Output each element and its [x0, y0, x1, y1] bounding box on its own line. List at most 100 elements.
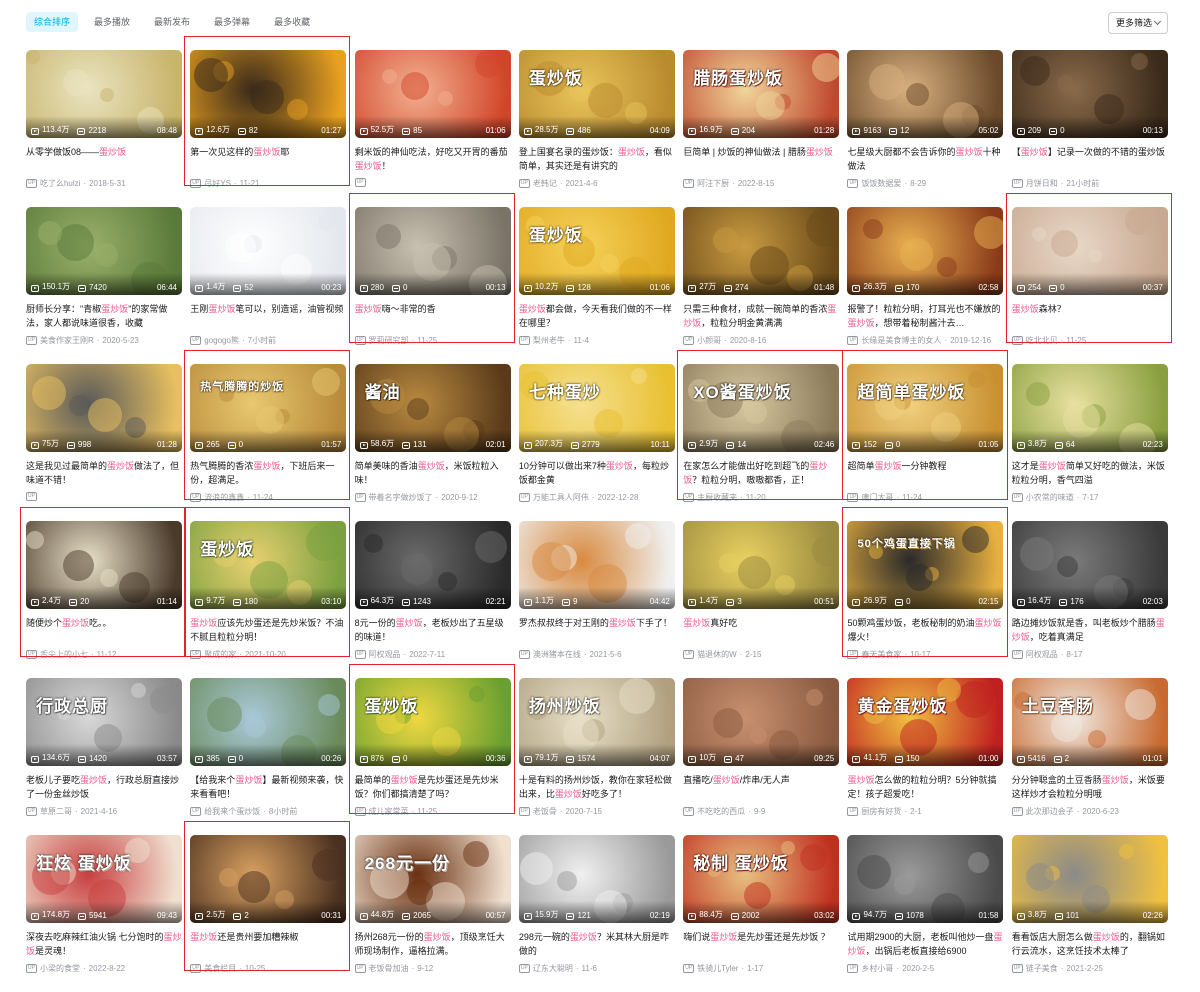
video-thumbnail[interactable]: 1.4万 3 00:51 [683, 521, 840, 609]
video-card[interactable]: 10万 47 09:25 直播吃/蛋炒饭/炸串/无人声 UP 不吃吃的西瓜 · 9-9 [683, 678, 840, 835]
uploader-name[interactable]: 流浪的鑫鑫 [204, 492, 244, 503]
video-title[interactable]: 嗨们说蛋炒饭是先炒蛋还是先炒饭 ？ [683, 930, 839, 958]
video-thumbnail[interactable]: 16.4万 176 02:03 [1011, 521, 1168, 609]
uploader-name[interactable]: 澳洲猪本在线 [533, 649, 581, 660]
video-title[interactable]: 这是我见过最简单的蛋炒饭做法了，但味道不错！ [26, 459, 182, 487]
uploader-name[interactable]: 带着名字做炒饭了 [369, 492, 433, 503]
video-thumbnail[interactable]: 113.4万 2218 08:48 [26, 50, 182, 138]
uploader-name[interactable]: 美食作家王刚R [40, 335, 94, 346]
video-card[interactable]: 94.7万 1078 01:58 试用期2900的大厨，老板叫他炒一盘蛋炒饭，出锅后老… [847, 835, 1004, 992]
uploader-name[interactable]: 猫退休的W [697, 649, 737, 660]
video-card[interactable]: 2.5万 2 00:31 蛋炒饭还是贵州要加糟辣椒 UP 美食栏目 · 10-25 [190, 835, 347, 992]
video-thumbnail[interactable]: 27万 274 01:48 [683, 207, 840, 295]
video-card[interactable]: 土豆香肠 5416 2 01:01 分分钟聪盒的土豆香肠蛋炒饭，米饭要这样炒才会粒粒分明… [1011, 678, 1168, 835]
video-title[interactable]: 报警了！粒粒分明，打耳光也不嫌放的蛋炒饭，想带着秘制酱汁去… [847, 302, 1003, 330]
video-title[interactable]: 剩米饭的神仙吃法，好吃又开胃的番茄蛋炒饭！ [355, 145, 511, 173]
uploader-name[interactable]: 成儿家常菜 [369, 806, 409, 817]
video-card[interactable]: 150.1万 7420 06:44 厨师长分享："青椒蛋炒饭"的家常做法，家人都说味道… [26, 207, 182, 364]
video-card[interactable]: 64.3万 1243 02:21 8元一份的蛋炒饭，老板炒出了五星级的味道！ UP 阿权观… [354, 521, 511, 678]
video-thumbnail[interactable]: 150.1万 7420 06:44 [26, 207, 182, 295]
video-card[interactable]: 27万 274 01:48 只需三种食材，成就一碗简单的香浓蛋炒饭，粒粒分明金黄满满 U… [683, 207, 840, 364]
video-card[interactable]: 15.9万 121 02:19 298元一碗的蛋炒饭？米其林大厨是咋做的 UP 辽东大聪明… [518, 835, 675, 992]
video-thumbnail[interactable]: 10万 47 09:25 [683, 678, 840, 766]
uploader-name[interactable]: 罗莉研究部 [369, 335, 409, 346]
sort-tab[interactable]: 最新发布 [146, 12, 198, 32]
video-card[interactable]: 3.8万 64 02:23 这才是蛋炒饭简单又好吃的做法，米饭粒粒分明，香气四溢 UP 小… [1011, 364, 1168, 521]
video-title[interactable]: 蛋炒饭应该先炒蛋还是先炒米饭？不油不腻且粒粒分明！ [190, 616, 346, 644]
video-title[interactable]: 简单美味的香油蛋炒饭，米饭粒粒入味！ [355, 459, 511, 487]
video-thumbnail[interactable]: 2.4万 20 01:14 [26, 521, 182, 609]
video-card[interactable]: 26.3万 170 02:58 报警了！粒粒分明，打耳光也不嫌放的蛋炒饭，想带着秘制酱… [847, 207, 1004, 364]
uploader-name[interactable]: 小梁的食堂 [40, 963, 80, 974]
video-thumbnail[interactable]: 行政总厨 134.6万 1420 03:57 [26, 678, 182, 766]
video-card[interactable]: 扬州炒饭 79.1万 1574 04:07 十是有料的扬州炒饭，教你在家轻松做出来，比蛋… [518, 678, 675, 835]
video-thumbnail[interactable]: 15.9万 121 02:19 [518, 835, 675, 923]
video-title[interactable]: 蛋炒饭嗨～非常的香 [355, 302, 511, 330]
video-card[interactable]: 209 0 00:13 【蛋炒饭】记录一次做的不错的蛋炒饭 UP 月饼日和 · 21小时前 [1011, 50, 1168, 207]
uploader-name[interactable]: 老饭骨加油 [369, 963, 409, 974]
video-thumbnail[interactable]: 52.5万 85 01:06 [354, 50, 511, 138]
video-title[interactable]: 蛋炒饭森林？ [1012, 302, 1168, 330]
video-title[interactable]: 巨简单 | 炒饭的神仙做法 | 腊肠蛋炒饭 [683, 145, 839, 173]
video-card[interactable]: 1.4万 52 00:23 王刚蛋炒饭笔可以，别造谣，油管视频 UP gogogo熊 · 7小… [190, 207, 347, 364]
video-card[interactable]: 1.1万 9 04:42 罗杰叔叔终于对王刚的蛋炒饭下手了！ UP 澳洲猪本在线 · 2021… [518, 521, 675, 678]
uploader-name[interactable]: 阿汪下厨 [697, 178, 729, 189]
video-card[interactable]: 蛋炒饭 876 0 00:36 最简单的蛋炒饭是先炒蛋还是先炒米饭？你们都搞清楚了吗？ U… [354, 678, 511, 835]
uploader-name[interactable]: 草原二哥 [40, 806, 72, 817]
uploader-name[interactable]: 春天美食家 [861, 649, 901, 660]
video-title[interactable]: 王刚蛋炒饭笔可以，别造谣，油管视频 [190, 302, 346, 330]
video-title[interactable]: 热气腾腾的香浓蛋炒饭，下班后来一份，超满足。 [190, 459, 346, 487]
uploader-name[interactable]: 美食栏目 [204, 963, 236, 974]
video-title[interactable]: 蛋炒饭真好吃 [683, 616, 839, 644]
video-thumbnail[interactable]: 254 0 00:37 [1011, 207, 1168, 295]
video-title[interactable]: 从零学做饭08——蛋炒饭 [26, 145, 182, 173]
uploader-name[interactable]: 梨州老牛 [533, 335, 565, 346]
video-title[interactable]: 8元一份的蛋炒饭，老板炒出了五星级的味道！ [355, 616, 511, 644]
video-title[interactable]: 十是有料的扬州炒饭，教你在家轻松做出来，比蛋炒饭好吃多了！ [519, 773, 675, 801]
video-title[interactable]: 在家怎么才能做出好吃到超飞的蛋炒饭？粒粒分明，嗷嗷都香，正！ [683, 459, 839, 487]
video-thumbnail[interactable]: 64.3万 1243 02:21 [354, 521, 511, 609]
video-thumbnail[interactable]: 280 0 00:13 [354, 207, 511, 295]
video-title[interactable]: 只需三种食材，成就一碗简单的香浓蛋炒饭，粒粒分明金黄满满 [683, 302, 839, 330]
sort-tab[interactable]: 综合排序 [26, 12, 79, 32]
uploader-name[interactable]: gogogo熊 [204, 335, 239, 346]
uploader-name[interactable]: 月饼日和 [1026, 178, 1058, 189]
video-thumbnail[interactable]: 1.4万 52 00:23 [190, 207, 347, 295]
video-thumbnail[interactable]: 秘制 蛋炒饭 88.4万 2002 03:02 [683, 835, 840, 923]
video-title[interactable]: 老板儿子要吃蛋炒饭，行政总厨直接炒了一份金丝炒饭 [26, 773, 182, 801]
video-title[interactable]: 蛋炒饭怎么做的粒粒分明？5分钟就搞定！孩子超爱吃！ [847, 773, 1003, 801]
video-thumbnail[interactable]: XO酱蛋炒饭 2.9万 14 02:46 [683, 364, 840, 452]
more-filters-button[interactable]: 更多筛选 [1107, 12, 1168, 34]
video-title[interactable]: 【蛋炒饭】记录一次做的不错的蛋炒饭 [1012, 145, 1168, 173]
video-title[interactable]: 这才是蛋炒饭简单又好吃的做法，米饭粒粒分明，香气四溢 [1012, 459, 1168, 487]
uploader-name[interactable]: 长缘是美食博主的女人 [861, 335, 941, 346]
video-title[interactable]: 蛋炒饭还是贵州要加糟辣椒 [190, 930, 346, 958]
video-title[interactable]: 罗杰叔叔终于对王刚的蛋炒饭下手了！ [519, 616, 675, 644]
sort-tab[interactable]: 最多收藏 [266, 12, 318, 32]
video-thumbnail[interactable]: 蛋炒饭 28.5万 486 04:09 [518, 50, 675, 138]
video-title[interactable]: 厨师长分享："青椒蛋炒饭"的家常做法，家人都说味道很香，收藏 [26, 302, 182, 330]
video-title[interactable]: 看看饭店大厨怎么做蛋炒饭的，翻锅如行云流水，这烹饪技术太棒了 [1012, 930, 1168, 958]
video-thumbnail[interactable]: 9163 12 05:02 [847, 50, 1004, 138]
uploader-name[interactable]: 小农常的味道 [1026, 492, 1074, 503]
video-card[interactable]: 50个鸡蛋直接下锅 26.9万 0 02:15 50颗鸡蛋炒饭，老板秘制的奶油蛋炒饭爆火… [847, 521, 1004, 678]
video-card[interactable]: 七种蛋炒 207.3万 2779 10:11 10分钟可以做出来7种蛋炒饭，每粒炒饭都金… [518, 364, 675, 521]
video-thumbnail[interactable]: 蛋炒饭 876 0 00:36 [354, 678, 511, 766]
uploader-name[interactable]: 庸门大哥 [861, 492, 893, 503]
video-title[interactable]: 蛋炒饭都会做，今天看我们做的不一样在哪里？ [519, 302, 675, 330]
video-title[interactable]: 第一次见这样的蛋炒饭耶 [190, 145, 346, 173]
video-title[interactable]: 登上国宴名录的蛋炒饭：蛋炒饭，看似简单，其实还是有讲究的 [519, 145, 675, 173]
sort-tab[interactable]: 最多弹幕 [206, 12, 258, 32]
video-thumbnail[interactable]: 209 0 00:13 [1011, 50, 1168, 138]
video-thumbnail[interactable]: 75万 998 01:28 [26, 364, 182, 452]
uploader-name[interactable]: 老韩记 [533, 178, 557, 189]
uploader-name[interactable]: 给我来个蛋炒饭 [204, 806, 260, 817]
uploader-name[interactable]: 厨房有好货 [861, 806, 901, 817]
video-title[interactable]: 最简单的蛋炒饭是先炒蛋还是先炒米饭？你们都搞清楚了吗？ [355, 773, 511, 801]
video-title[interactable]: 扬州268元一份的蛋炒饭，顶级烹饪大师现场制作，逼格拉满。 [355, 930, 511, 958]
uploader-name[interactable]: 饭饭数据爱 [861, 178, 901, 189]
video-title[interactable]: 50颗鸡蛋炒饭，老板秘制的奶油蛋炒饭爆火！ [847, 616, 1003, 644]
video-thumbnail[interactable]: 超简单蛋炒饭 152 0 01:05 [847, 364, 1004, 452]
video-title[interactable]: 深夜去吃麻辣红油火锅 七分饱时的蛋炒饭是灵魂！ [26, 930, 182, 958]
video-card[interactable]: 1.4万 3 00:51 蛋炒饭真好吃 UP 猫退休的W · 2-15 [683, 521, 840, 678]
